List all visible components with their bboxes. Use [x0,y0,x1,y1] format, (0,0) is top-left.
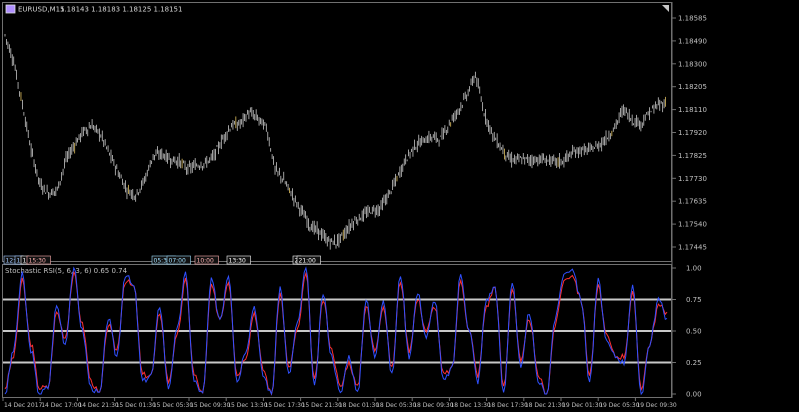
time-tick-label: 18 Dec 17:30 [488,402,529,409]
price-tick-label: 1.17540 [678,221,707,229]
time-tick-label: 19 Dec 05:30 [599,402,640,409]
time-tick-label: 14 Dec 21:30 [78,402,119,409]
time-axis: 14 Dec 201714 Dec 17:0014 Dec 21:3015 De… [2,398,677,409]
indicator-label: Stochastic RSI(5, 6, 3, 6) 0.65 0.74 [5,267,128,275]
time-tick-label: 18 Dec 21:30 [525,402,566,409]
time-tick-label: 15 Dec 01:30 [116,402,157,409]
time-tick-label: 18 Dec 13:30 [450,402,491,409]
price-tick-label: 1.17445 [678,244,707,252]
time-tick-label: 15 Dec 21:30 [302,402,343,409]
time-tick-label: 18 Dec 09:30 [413,402,454,409]
trading-chart[interactable]: EURUSD,M15 1.18143 1.18183 1.18125 1.181… [0,0,799,412]
indicator-axis: 1.00 0.75 0.50 0.25 0.00 [672,265,702,399]
time-tick-label: 18 Dec 01:30 [339,402,380,409]
price-tick-label: 1.18490 [678,37,707,45]
price-axis: 1.18585 1.18490 1.18300 1.18205 1.18110 1.179… [672,15,707,252]
indicator-tick-label: 0.25 [686,359,702,367]
price-tick-label: 1.18205 [678,83,707,91]
price-tick-label: 1.17825 [678,152,707,160]
time-tick-label: 14 Dec 2017 [4,402,43,409]
indicator-tick-label: 0.50 [686,328,702,336]
symbol-label: EURUSD,M15 [18,6,65,14]
candles-icon [5,4,16,14]
indicator-tick-label: 1.00 [686,265,702,273]
price-tick-label: 1.18585 [678,15,707,23]
session-label: 07:00 [169,257,186,264]
indicator-tick-label: 0.75 [686,296,702,304]
session-label: 1 [23,257,27,264]
time-tick-label: 19 Dec 01:30 [562,402,603,409]
time-tick-label: 19 Dec 09:30 [636,402,677,409]
price-tick-label: 1.18300 [678,60,707,68]
time-tick-label: 15 Dec 13:30 [227,402,268,409]
time-tick-label: 18 Dec 05:30 [376,402,417,409]
price-tick-label: 1.17635 [678,198,707,206]
price-pane[interactable] [2,2,672,262]
price-tick-label: 1.17730 [678,175,707,183]
session-label: 21:00 [299,257,316,264]
session-label: 10:00 [197,257,214,264]
time-tick-label: 15 Dec 05:30 [153,402,194,409]
session-label: 15:30 [29,257,46,264]
time-tick-label: 14 Dec 17:00 [41,402,82,409]
session-label: 1 [17,257,21,264]
ohlc-readout: 1.18143 1.18183 1.18125 1.18151 [60,6,182,14]
price-tick-label: 1.18110 [678,106,707,114]
chart-title: EURUSD,M15 1.18143 1.18183 1.18125 1.181… [5,4,182,14]
time-tick-label: 15 Dec 17:30 [264,402,305,409]
session-label: 13:30 [229,257,246,264]
price-tick-label: 1.17920 [678,129,707,137]
time-tick-label: 15 Dec 09:30 [190,402,231,409]
indicator-tick-label: 0.00 [686,391,702,399]
